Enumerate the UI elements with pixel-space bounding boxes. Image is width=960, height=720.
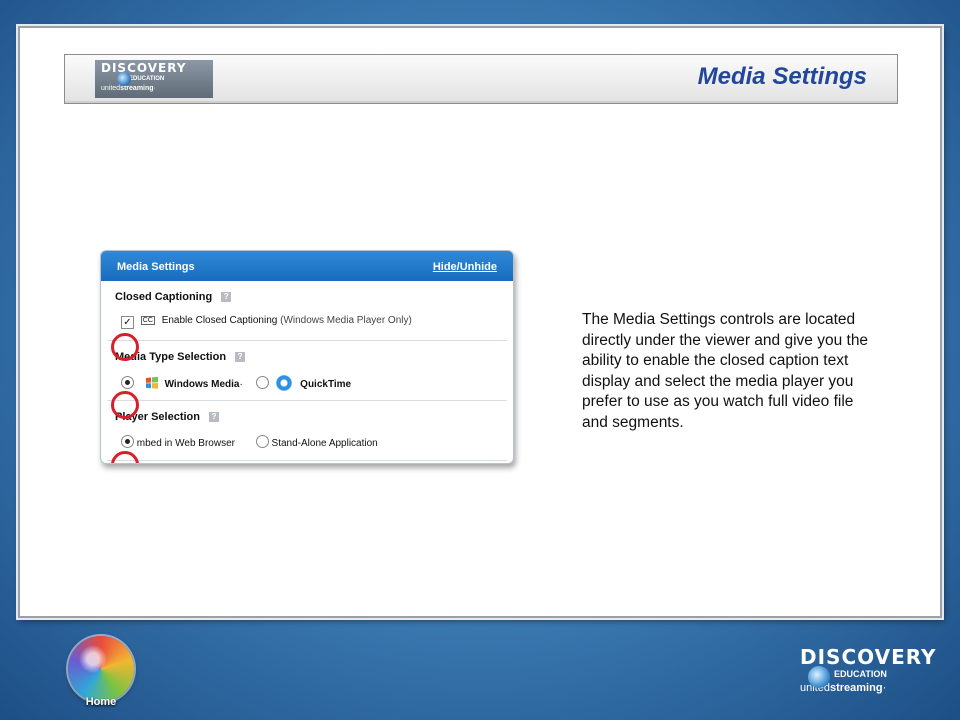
windows-media-radio[interactable] <box>121 376 134 389</box>
panel-title: Media Settings <box>117 261 195 273</box>
slide-canvas: DISCOVERY EDUCATION unitedstreaming· Med… <box>18 26 942 618</box>
media-type-section: Media Type Selection ? Windows Media· Qu… <box>107 341 507 401</box>
discovery-logo: DISCOVERY EDUCATION unitedstreaming· <box>95 60 213 98</box>
quicktime-radio[interactable] <box>255 376 269 389</box>
player-selection-section: Player Selection ? mbed in Web Browser S… <box>107 401 507 461</box>
stand-alone-label: Stand-Alone Application <box>271 438 378 449</box>
stand-alone-radio[interactable] <box>255 435 269 448</box>
closed-caption-icon: CC <box>140 316 155 325</box>
panel-header: Media Settings Hide/Unhide <box>101 251 513 281</box>
help-icon[interactable]: ? <box>235 352 246 362</box>
closed-captioning-label: Enable Closed Captioning <box>161 315 278 326</box>
description-text: The Media Settings controls are located … <box>582 311 869 431</box>
windows-media-label: Windows Media <box>164 379 240 390</box>
discovery-brand-logo: DISCOVERY EDUCATION unitedstreaming· <box>800 645 937 694</box>
closed-captioning-checkbox[interactable]: ✓ <box>121 316 134 329</box>
hide-unhide-link[interactable]: Hide/Unhide <box>433 261 497 273</box>
page-title: Media Settings <box>697 63 867 90</box>
slide-header: DISCOVERY EDUCATION unitedstreaming· Med… <box>64 54 898 104</box>
closed-captioning-heading: Closed Captioning <box>115 291 213 303</box>
home-button[interactable]: Home <box>68 636 134 708</box>
closed-captioning-section: Closed Captioning ? ✓ CC Enable Closed C… <box>107 281 507 341</box>
embed-browser-label: mbed in Web Browser <box>136 438 235 449</box>
closed-captioning-note: (Windows Media Player Only) <box>280 315 412 326</box>
help-icon[interactable]: ? <box>209 412 220 422</box>
home-label: Home <box>85 696 117 708</box>
discovery-globe-icon <box>808 666 830 688</box>
media-settings-panel: Media Settings Hide/Unhide Closed Captio… <box>100 250 514 464</box>
help-icon[interactable]: ? <box>221 292 232 302</box>
discovery-globe-icon <box>117 72 131 86</box>
quicktime-icon <box>276 375 293 391</box>
highlight-circle <box>111 391 139 419</box>
embed-browser-radio[interactable] <box>121 435 134 448</box>
windows-logo-icon <box>145 376 158 389</box>
highlight-circle <box>111 333 139 361</box>
quicktime-label: QuickTime <box>300 379 352 390</box>
